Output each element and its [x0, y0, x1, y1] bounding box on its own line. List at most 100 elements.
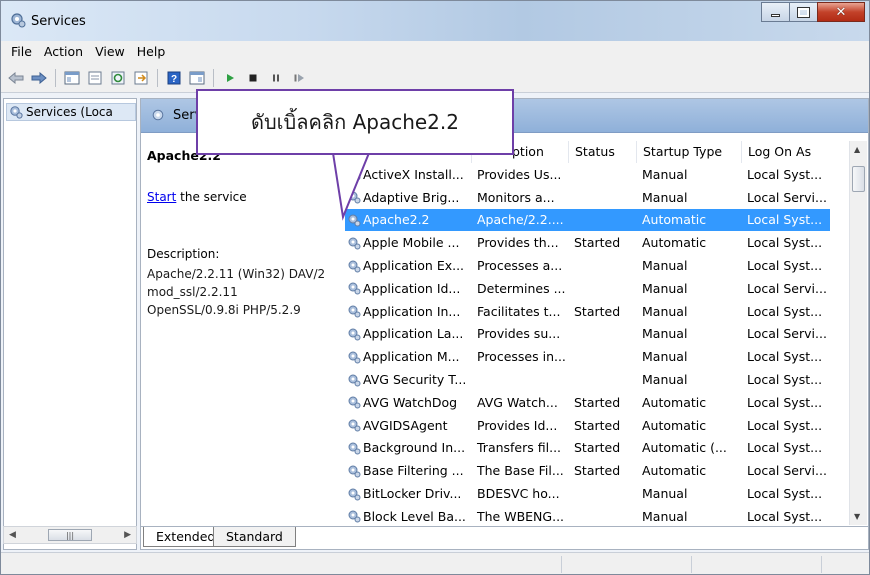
- service-startup-type: Manual: [642, 508, 688, 524]
- service-row[interactable]: Application Ex... Processes a... Manual Loc…: [345, 254, 830, 277]
- menu-file[interactable]: File: [5, 42, 38, 62]
- window-controls: ✕: [761, 2, 865, 22]
- menu-bar: File Action View Help: [1, 41, 869, 63]
- service-name: Adaptive Brig...: [363, 189, 460, 205]
- service-description: AVG Watch...: [477, 394, 558, 410]
- service-name: Application In...: [363, 303, 461, 319]
- service-row[interactable]: AVGIDSAgent Provides Id... Started Automati…: [345, 414, 830, 437]
- service-startup-type: Manual: [642, 349, 688, 365]
- refresh-icon: [111, 71, 125, 84]
- services-gear-icon: [152, 109, 164, 120]
- help-button[interactable]: ?: [164, 69, 184, 87]
- service-row[interactable]: Apache2.2 Apache/2.2.... Automatic Local Sy…: [345, 208, 830, 232]
- service-description: Apache/2.2....: [477, 212, 564, 228]
- scroll-up-icon[interactable]: ▲: [854, 145, 860, 154]
- forward-arrow-icon: [31, 71, 47, 84]
- service-row[interactable]: AVG WatchDog AVG Watch... Started Automatic…: [345, 391, 830, 414]
- service-row[interactable]: Application M... Processes in... Manual Loc…: [345, 345, 830, 368]
- service-status: Started: [574, 463, 621, 479]
- service-row[interactable]: Block Level Ba... The WBENG... Manual Local…: [345, 505, 830, 527]
- service-description: Provides Us...: [477, 166, 562, 182]
- service-description: Monitors a...: [477, 189, 555, 205]
- service-gear-icon: [348, 374, 361, 387]
- service-gear-icon: [348, 328, 361, 341]
- maximize-button[interactable]: [789, 2, 817, 22]
- services-content-pane: Serv Apache2.2 Start the service Descrip…: [140, 98, 869, 550]
- scroll-right-icon[interactable]: ▶: [124, 530, 131, 540]
- scroll-thumb[interactable]: [852, 166, 865, 192]
- service-name: Application Ex...: [363, 258, 465, 274]
- tree-item-services[interactable]: Services (Loca: [6, 103, 136, 121]
- service-status: Started: [574, 303, 621, 319]
- service-row[interactable]: Application La... Provides su... Manual Loc…: [345, 323, 830, 346]
- console-tree-icon: [64, 71, 80, 84]
- service-row[interactable]: Background In... Transfers fil... Started A…: [345, 437, 830, 460]
- tree-horizontal-scrollbar[interactable]: ◀ ||| ▶: [3, 526, 137, 544]
- service-row[interactable]: Base Filtering ... The Base Fil... Started…: [345, 459, 830, 482]
- scroll-down-icon[interactable]: ▼: [854, 512, 860, 521]
- pause-service-button[interactable]: [266, 69, 286, 87]
- close-button[interactable]: ✕: [817, 2, 865, 22]
- service-name-cell: Application Id...: [345, 281, 472, 296]
- service-gear-icon: [348, 488, 361, 501]
- scroll-left-icon[interactable]: ◀: [9, 530, 16, 540]
- stop-service-button[interactable]: [243, 69, 263, 87]
- menu-help[interactable]: Help: [131, 42, 172, 62]
- scroll-thumb[interactable]: |||: [48, 529, 92, 541]
- service-row[interactable]: Application Id... Determines ... Manual Loc…: [345, 277, 830, 300]
- service-log-on-as: Local Syst...: [747, 486, 823, 502]
- service-log-on-as: Local Syst...: [747, 303, 823, 319]
- service-startup-type: Manual: [642, 189, 688, 205]
- start-service-button[interactable]: [220, 69, 240, 87]
- export-list-icon: [134, 71, 148, 84]
- service-startup-type: Manual: [642, 486, 688, 502]
- service-row[interactable]: ActiveX Install... Provides Us... Manual Lo…: [345, 163, 830, 186]
- service-name-cell: Application M...: [345, 349, 472, 364]
- back-button[interactable]: [6, 69, 26, 87]
- service-row[interactable]: Adaptive Brig... Monitors a... Manual Local…: [345, 186, 830, 209]
- service-log-on-as: Local Syst...: [747, 440, 823, 456]
- extended-description-pane: Apache2.2 Start the service Description:…: [141, 134, 341, 524]
- service-name-cell: AVG Security T...: [345, 372, 472, 387]
- menu-view[interactable]: View: [89, 42, 131, 62]
- export-list-button[interactable]: [131, 69, 151, 87]
- service-log-on-as: Local Syst...: [747, 166, 823, 182]
- title-bar[interactable]: Services ✕: [1, 1, 869, 41]
- action-pane-icon: [189, 71, 205, 84]
- description-line: OpenSSL/0.9.8i PHP/5.2.9: [147, 303, 301, 317]
- service-gear-icon: [348, 305, 361, 318]
- refresh-button[interactable]: [108, 69, 128, 87]
- menu-action[interactable]: Action: [38, 42, 89, 62]
- minimize-button[interactable]: [761, 2, 789, 22]
- forward-button[interactable]: [29, 69, 49, 87]
- column-header-startup-type[interactable]: Startup Type: [637, 141, 742, 163]
- service-row[interactable]: Apple Mobile ... Provides th... Started Aut…: [345, 231, 830, 254]
- service-description: Facilitates t...: [477, 303, 561, 319]
- tab-standard[interactable]: Standard: [213, 527, 296, 547]
- maximize-icon: [797, 6, 810, 18]
- service-name: BitLocker Driv...: [363, 486, 462, 502]
- show-console-tree-button[interactable]: [62, 69, 82, 87]
- column-header-log-on-as[interactable]: Log On As: [742, 141, 830, 163]
- service-row[interactable]: AVG Security T... Manual Local Syst...: [345, 368, 830, 391]
- service-row[interactable]: Application In... Facilitates t... Started…: [345, 300, 830, 323]
- restart-icon: [294, 73, 304, 82]
- show-action-pane-button[interactable]: [187, 69, 207, 87]
- start-service-link[interactable]: Start: [147, 190, 176, 204]
- service-log-on-as: Local Syst...: [747, 212, 823, 228]
- start-service-line: Start the service: [147, 190, 247, 204]
- column-header-status[interactable]: Status: [569, 141, 637, 163]
- help-icon: ?: [167, 71, 181, 85]
- minimize-icon: [771, 13, 780, 17]
- service-row[interactable]: BitLocker Driv... BDESVC ho... Manual Local…: [345, 482, 830, 505]
- start-service-suffix: the service: [176, 190, 247, 204]
- service-startup-type: Manual: [642, 303, 688, 319]
- callout-text: ดับเบิ้ลคลิก Apache2.2: [251, 110, 459, 134]
- service-startup-type: Automatic: [642, 212, 707, 228]
- services-gear-icon: [11, 13, 26, 28]
- service-gear-icon: [348, 442, 361, 455]
- properties-button[interactable]: [85, 69, 105, 87]
- services-vertical-scrollbar[interactable]: ▲ ▼: [849, 141, 867, 525]
- services-window: Services ✕ File Action View Help ? Servi…: [0, 0, 870, 575]
- restart-service-button[interactable]: [289, 69, 309, 87]
